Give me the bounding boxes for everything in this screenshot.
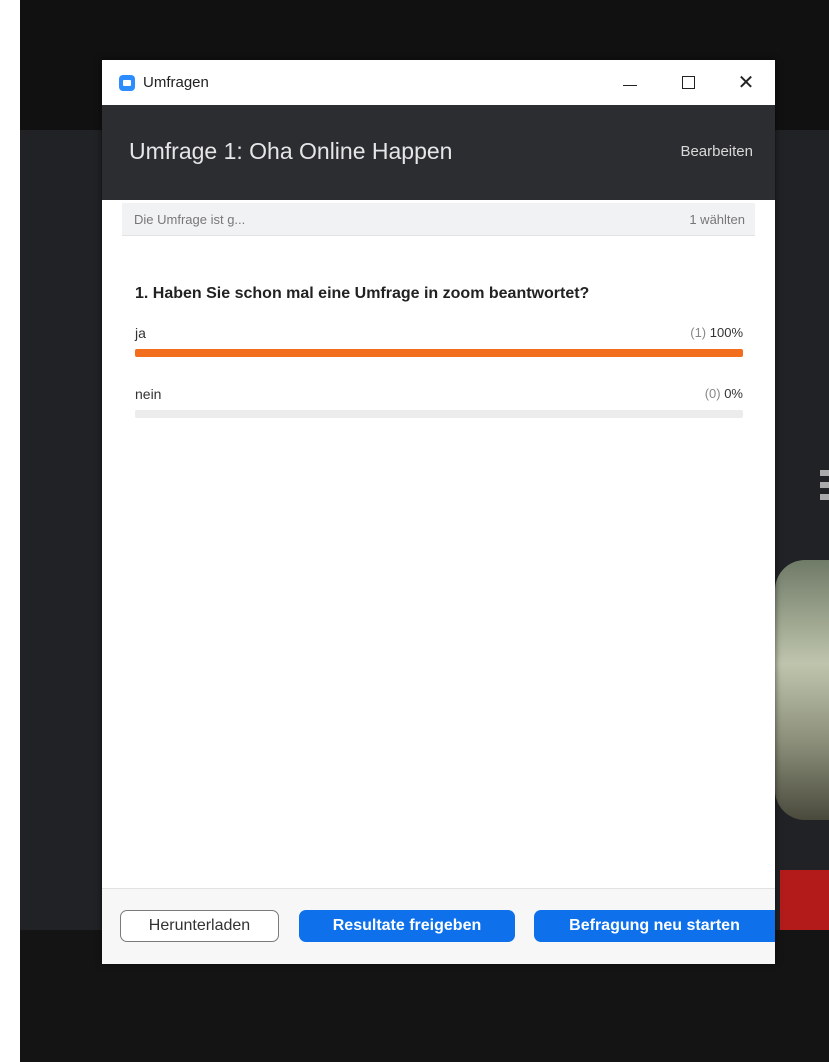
action-footer: Herunterladen Resultate freigeben Befrag… (102, 888, 775, 964)
answer-percent: 100% (709, 325, 743, 340)
minimize-button[interactable] (601, 60, 659, 105)
poll-status-text: Die Umfrage ist g... (134, 212, 246, 227)
answer-count: (0) (704, 386, 721, 401)
answer-row: nein (0) 0% (135, 386, 743, 426)
poll-status-bar: Die Umfrage ist g... 1 wählten (122, 203, 755, 236)
answer-stat: (1) 100% (690, 325, 743, 340)
poll-results: 1. Haben Sie schon mal eine Umfrage in z… (135, 285, 743, 426)
close-icon: ✕ (737, 71, 755, 94)
result-bar-fill (135, 349, 743, 357)
answer-count: (1) (690, 325, 707, 340)
answer-row: ja (1) 100% (135, 325, 743, 365)
minimize-icon (623, 85, 637, 86)
poll-title: Umfrage 1: Oha Online Happen (129, 138, 453, 164)
window-title: Umfragen (143, 74, 209, 91)
title-bar[interactable]: Umfragen ✕ (102, 60, 775, 105)
polls-window: Umfragen ✕ Umfrage 1: Oha Online Happen … (102, 60, 775, 964)
answer-label: ja (135, 325, 146, 341)
share-results-button[interactable]: Resultate freigeben (299, 910, 515, 942)
answer-percent: 0% (724, 386, 743, 401)
result-bar-track (135, 410, 743, 418)
poll-header: Umfrage 1: Oha Online Happen Bearbeiten (102, 105, 775, 200)
voter-count: 1 wählten (689, 212, 745, 227)
download-button[interactable]: Herunterladen (120, 910, 279, 942)
answer-label: nein (135, 386, 162, 402)
maximize-button[interactable] (659, 60, 717, 105)
window-controls: ✕ (601, 60, 775, 105)
answer-stat: (0) 0% (705, 386, 743, 401)
edit-button[interactable]: Bearbeiten (680, 143, 753, 160)
background-video-red-area (780, 870, 829, 930)
background-video-detail (820, 470, 829, 500)
question-text: 1. Haben Sie schon mal eine Umfrage in z… (135, 285, 590, 302)
result-bar-track (135, 349, 743, 357)
background-video-feed (775, 560, 829, 820)
restart-poll-button[interactable]: Befragung neu starten (534, 910, 775, 942)
maximize-icon (681, 76, 695, 89)
close-button[interactable]: ✕ (717, 60, 775, 105)
zoom-camera-icon (119, 74, 135, 91)
